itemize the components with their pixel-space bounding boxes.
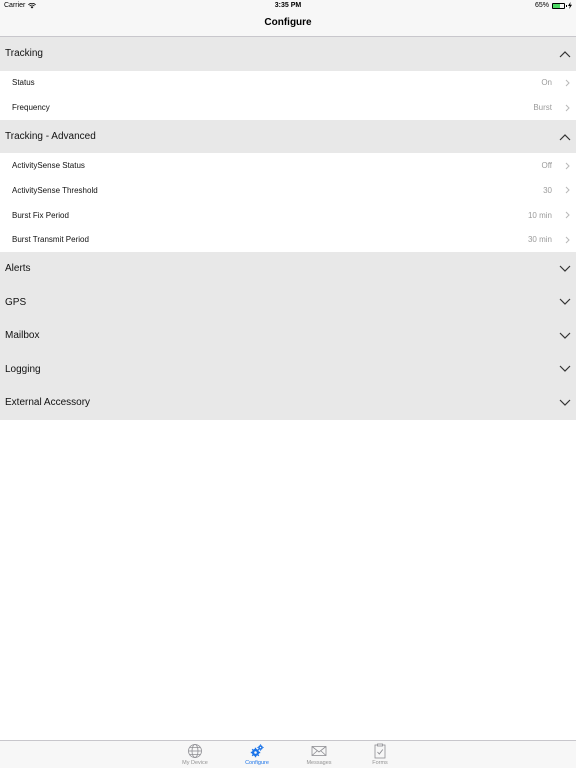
battery-icon — [552, 2, 567, 9]
row-label: Frequency — [12, 103, 50, 113]
tab-forms[interactable]: Forms — [360, 742, 400, 768]
tab-label: Messages — [306, 760, 332, 766]
row-burst-fix-period[interactable]: Burst Fix Period 10 min — [0, 202, 576, 228]
battery-fill — [553, 3, 561, 8]
tab-messages[interactable]: Messages — [299, 742, 339, 768]
row-activitysense-threshold[interactable]: ActivitySense Threshold 30 — [0, 178, 576, 203]
tab-configure[interactable]: Configure — [237, 742, 277, 768]
status-bar: Carrier 3:35 PM 65% — [0, 0, 576, 12]
row-value: 30 — [543, 185, 552, 195]
chevron-right-icon — [565, 79, 570, 87]
gears-icon — [250, 744, 264, 758]
row-burst-transmit-period[interactable]: Burst Transmit Period 30 min — [0, 227, 576, 253]
configure-list: Tracking Status On Frequency Burst Track… — [0, 37, 576, 420]
section-title: Mailbox — [5, 330, 40, 342]
row-value: Off — [541, 161, 552, 171]
tab-label: Configure — [245, 760, 269, 766]
section-title: Logging — [5, 363, 41, 375]
battery-percent: 65% — [534, 2, 549, 9]
row-value: On — [541, 78, 552, 88]
clock: 3:35 PM — [274, 2, 302, 9]
section-header-mailbox[interactable]: Mailbox — [0, 319, 576, 353]
tab-label: Forms — [372, 760, 388, 766]
tab-label: My Device — [182, 760, 208, 766]
chevron-down-icon — [559, 399, 571, 406]
section-header-alerts[interactable]: Alerts — [0, 252, 576, 286]
tab-my-device[interactable]: My Device — [175, 742, 215, 768]
row-label: Status — [12, 78, 35, 88]
charging-icon — [568, 2, 572, 9]
envelope-icon — [311, 746, 327, 756]
section-header-logging[interactable]: Logging — [0, 352, 576, 387]
chevron-right-icon — [565, 187, 570, 194]
chevron-down-icon — [559, 332, 571, 339]
row-value: 30 min — [527, 235, 552, 245]
row-activitysense-status[interactable]: ActivitySense Status Off — [0, 153, 576, 179]
row-frequency[interactable]: Frequency Burst — [0, 95, 576, 120]
chevron-down-icon — [559, 265, 571, 272]
tab-bar: My Device Configure Messages Forms — [0, 740, 576, 768]
clipboard-icon — [374, 743, 386, 759]
chevron-down-icon — [559, 365, 571, 373]
chevron-right-icon — [565, 104, 570, 111]
row-label: ActivitySense Threshold — [12, 185, 98, 195]
chevron-up-icon — [559, 50, 571, 58]
section-title: Alerts — [5, 263, 31, 275]
chevron-right-icon — [565, 211, 570, 219]
section-header-tracking-advanced[interactable]: Tracking - Advanced — [0, 119, 576, 154]
navigation-bar: Configure — [0, 12, 576, 37]
row-label: Burst Transmit Period — [12, 235, 89, 245]
chevron-up-icon — [559, 133, 571, 141]
chevron-down-icon — [559, 298, 571, 306]
row-label: Burst Fix Period — [12, 210, 69, 220]
page-title: Configure — [264, 17, 312, 28]
globe-icon — [188, 744, 202, 758]
row-label: ActivitySense Status — [12, 161, 85, 171]
section-header-gps[interactable]: GPS — [0, 285, 576, 320]
chevron-right-icon — [565, 236, 570, 244]
section-title: Tracking — [5, 48, 43, 60]
section-title: Tracking - Advanced — [5, 131, 96, 143]
chevron-right-icon — [565, 162, 570, 170]
row-value: 10 min — [527, 210, 552, 220]
row-value: Burst — [533, 103, 552, 113]
section-header-external-accessory[interactable]: External Accessory — [0, 386, 576, 420]
section-header-tracking[interactable]: Tracking — [0, 37, 576, 71]
battery-group: 65% — [535, 2, 572, 9]
section-title: External Accessory — [5, 397, 91, 409]
row-status[interactable]: Status On — [0, 70, 576, 96]
section-title: GPS — [5, 296, 27, 308]
